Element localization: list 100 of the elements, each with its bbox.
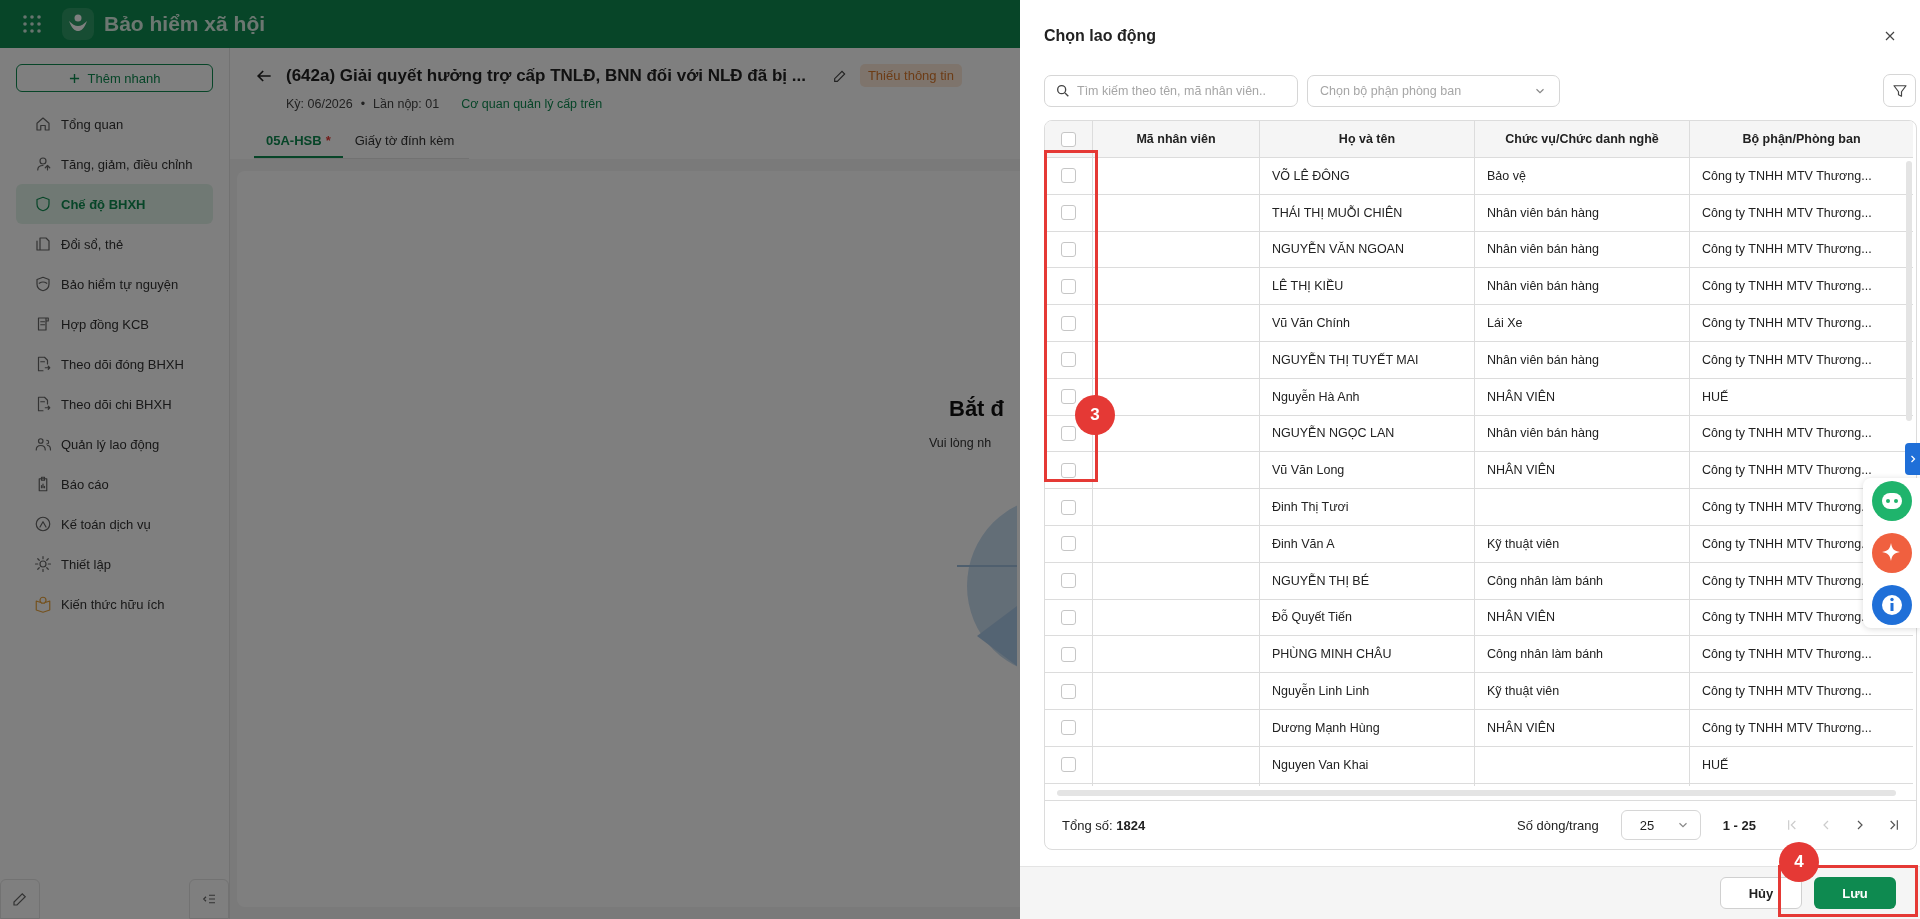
cancel-button[interactable]: Hủy <box>1720 877 1802 909</box>
chat-icon[interactable] <box>1871 481 1912 521</box>
table-cell: NHÂN VIÊN <box>1487 610 1556 625</box>
vertical-scrollbar[interactable] <box>1906 161 1912 421</box>
row-checkbox[interactable] <box>1061 573 1076 589</box>
row-checkbox[interactable] <box>1061 352 1076 368</box>
sidebar-item[interactable]: Kiến thức hữu ích <box>16 584 213 624</box>
row-checkbox[interactable] <box>1061 499 1076 515</box>
row-checkbox[interactable] <box>1061 242 1076 257</box>
table-cell: Nguyen Van Khai <box>1260 746 1475 783</box>
table-cell: Công ty TNHH MTV Thương... <box>1702 352 1872 367</box>
table-cell: Đinh Văn A <box>1260 525 1475 562</box>
sidebar-item[interactable]: Đổi sổ, thẻ <box>16 224 213 264</box>
table-cell: Lái Xe <box>1487 316 1523 331</box>
menu-icon <box>34 595 52 613</box>
page-title: (642a) Giải quyết hưởng trợ cấp TNLĐ, BNN đối với NLĐ đã bị ... <box>286 65 806 86</box>
horizontal-scrollbar[interactable] <box>1057 790 1896 796</box>
row-checkbox[interactable] <box>1061 205 1076 221</box>
row-checkbox[interactable] <box>1061 389 1076 405</box>
sidebar-item[interactable]: Báo cáo <box>16 464 213 504</box>
row-checkbox[interactable] <box>1061 462 1076 478</box>
page-range: 1 - 25 <box>1722 817 1756 833</box>
table-cell: NGUYỄN NGỌC LAN <box>1260 415 1475 452</box>
submission-text: Lần nộp: 01 <box>373 97 440 111</box>
table-cell: Công ty TNHH MTV Thương. <box>1702 573 1865 588</box>
menu-icon <box>34 275 52 293</box>
column-header: Mã nhân viên <box>1093 121 1260 157</box>
table-cell: Nguyễn Hà Anh <box>1260 378 1475 415</box>
table-cell: Công ty TNHH MTV Thương. <box>1702 500 1865 515</box>
sidebar-item[interactable]: Kế toán dịch vụ <box>16 504 213 544</box>
sidebar-item[interactable]: Tổng quan <box>16 104 213 144</box>
table-cell: Dương Mạnh Hùng <box>1260 709 1475 746</box>
agency-link[interactable]: Cơ quan quản lý cấp trên <box>461 97 603 111</box>
table-cell: PHÙNG MINH CHÂU <box>1260 636 1475 673</box>
table-cell: Đỗ Quyết Tiến <box>1260 599 1475 636</box>
tab[interactable]: 05A-HSB * <box>254 123 343 158</box>
quick-add-button[interactable]: Thêm nhanh <box>16 64 213 92</box>
sidebar-item[interactable]: Thiết lập <box>16 544 213 584</box>
required-mark: * <box>325 133 331 148</box>
collapse-sidebar-button[interactable] <box>189 879 229 919</box>
filter-button[interactable] <box>1883 74 1916 107</box>
department-select[interactable]: Chọn bộ phận phòng ban <box>1307 74 1560 107</box>
row-checkbox[interactable] <box>1061 720 1076 736</box>
table-cell: Công ty TNHH MTV Thương... <box>1702 463 1872 478</box>
row-checkbox[interactable] <box>1061 683 1076 699</box>
row-checkbox[interactable] <box>1061 536 1076 552</box>
table-cell: Bảo vệ <box>1487 168 1526 183</box>
table-cell: HUẾ <box>1702 389 1729 404</box>
column-header: Chức vụ/Chức danh nghề <box>1475 121 1690 157</box>
row-checkbox[interactable] <box>1061 425 1076 441</box>
info-icon[interactable] <box>1871 585 1912 625</box>
table-cell: Công ty TNHH MTV Thương... <box>1702 647 1872 662</box>
menu-icon <box>34 195 52 213</box>
sidebar-item[interactable]: Bảo hiểm tự nguyện <box>16 264 213 304</box>
table-cell: Nhân viên bán hàng <box>1487 242 1599 257</box>
save-button[interactable]: Lưu <box>1814 877 1896 909</box>
table-cell: Công ty TNHH MTV Thương. <box>1702 610 1865 625</box>
row-checkbox[interactable] <box>1061 646 1076 662</box>
edit-button[interactable] <box>0 879 40 919</box>
search-field[interactable]: Tìm kiếm theo tên, mã nhân viên.. <box>1044 74 1298 107</box>
sidebar-item[interactable]: Theo dõi đóng BHXH <box>16 344 213 384</box>
apps-grid-icon[interactable] <box>22 14 42 34</box>
table-cell: Công ty TNHH MTV Thương. <box>1702 536 1865 551</box>
menu-icon <box>34 515 52 533</box>
search-icon <box>1055 82 1071 99</box>
sidebar-item[interactable]: Hợp đồng KCB <box>16 304 213 344</box>
table-cell: Vũ Văn Chính <box>1260 305 1475 341</box>
bullet-separator: • <box>360 97 366 111</box>
drawer-title: Chọn lao động <box>1044 27 1156 45</box>
row-checkbox[interactable] <box>1061 757 1076 773</box>
row-checkbox[interactable] <box>1061 609 1076 625</box>
row-checkbox[interactable] <box>1061 278 1076 294</box>
tab[interactable]: Giấy tờ đính kèm <box>342 123 467 158</box>
table-cell: NHÂN VIÊN <box>1487 720 1556 735</box>
expand-tab[interactable] <box>1905 443 1920 475</box>
sparkle-icon[interactable] <box>1871 533 1912 573</box>
page-size-select[interactable]: 25 <box>1620 810 1701 840</box>
status-badge: Thiếu thông tin <box>859 64 962 87</box>
table-cell: Nhân viên bán hàng <box>1487 426 1599 441</box>
row-checkbox[interactable] <box>1061 315 1076 331</box>
table-cell: Công ty TNHH MTV Thương... <box>1702 316 1872 331</box>
table-cell: Nhân viên bán hàng <box>1487 279 1599 294</box>
select-all-checkbox[interactable] <box>1061 131 1076 147</box>
row-checkbox[interactable] <box>1061 168 1076 184</box>
menu-icon <box>34 235 52 253</box>
table-cell: NHÂN VIÊN <box>1487 463 1556 478</box>
sidebar-item[interactable]: Tăng, giảm, điều chỉnh <box>16 144 213 184</box>
sidebar-item[interactable]: Quản lý lao động <box>16 424 213 464</box>
sidebar-item[interactable]: Theo dõi chi BHXH <box>16 384 213 424</box>
empty-state-title: Bắt đ <box>949 396 1004 422</box>
table-cell: Công ty TNHH MTV Thương... <box>1702 205 1872 220</box>
table-cell: Nhân viên bán hàng <box>1487 205 1599 220</box>
period-text: Kỳ: 06/2026 <box>286 97 353 111</box>
table-cell: Kỹ thuật viên <box>1487 684 1560 699</box>
table-cell: Công nhân làm bánh <box>1487 573 1604 588</box>
sidebar-item[interactable]: Chế độ BHXH <box>16 184 213 224</box>
table-cell: Công ty TNHH MTV Thương... <box>1702 242 1872 257</box>
pencil-icon <box>11 890 29 908</box>
table-cell: Công nhân làm bánh <box>1487 647 1604 662</box>
table-cell: THÁI THỊ MUỖI CHIÊN <box>1260 194 1475 231</box>
